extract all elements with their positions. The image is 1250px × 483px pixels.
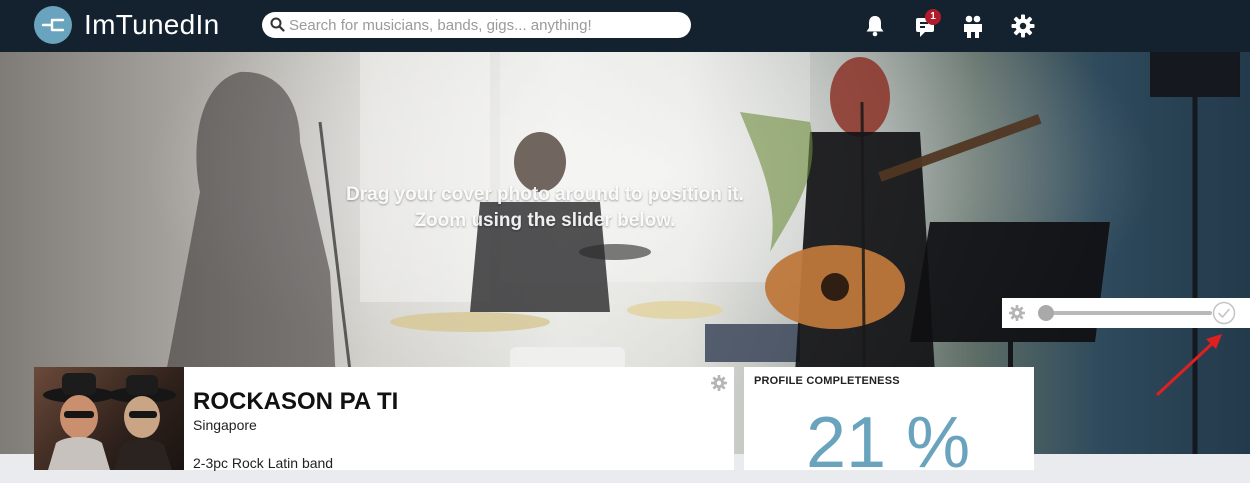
profile-description: 2-3pc Rock Latin band bbox=[193, 455, 334, 471]
cover-drag-hint: Drag your cover photo around to position… bbox=[330, 182, 760, 234]
top-navbar: ImTunedIn 1 bbox=[0, 0, 1250, 52]
search-bar[interactable] bbox=[262, 12, 691, 38]
profile-name: ROCKASON PA TI bbox=[193, 388, 399, 415]
profile-completeness-card: PROFILE COMPLETENESS 21 % bbox=[744, 367, 1034, 483]
search-icon bbox=[270, 17, 285, 32]
cover-hint-line1: Drag your cover photo around to position… bbox=[346, 184, 744, 205]
cover-settings-icon[interactable] bbox=[1008, 304, 1026, 322]
messages-badge: 1 bbox=[925, 9, 941, 25]
search-input[interactable] bbox=[289, 15, 684, 35]
profile-completeness-value: 21 % bbox=[806, 403, 971, 483]
cover-hint-line2: Zoom using the slider below. bbox=[414, 210, 676, 231]
people-icon[interactable] bbox=[960, 13, 986, 39]
avatar-photo bbox=[43, 373, 176, 470]
avatar[interactable] bbox=[34, 367, 184, 470]
profile-location: Singapore bbox=[193, 417, 257, 433]
annotation-arrow bbox=[1156, 334, 1222, 396]
profile-settings-icon[interactable] bbox=[710, 374, 728, 392]
bell-icon[interactable] bbox=[862, 13, 888, 39]
zoom-slider-track[interactable] bbox=[1042, 311, 1212, 315]
tuning-fork-icon[interactable] bbox=[34, 6, 72, 44]
confirm-check-icon[interactable] bbox=[1212, 301, 1236, 325]
zoom-slider-handle[interactable] bbox=[1038, 305, 1054, 321]
brand-name[interactable]: ImTunedIn bbox=[84, 8, 220, 42]
profile-card bbox=[34, 367, 734, 470]
gear-icon[interactable] bbox=[1010, 13, 1036, 39]
profile-completeness-title: PROFILE COMPLETENESS bbox=[754, 375, 900, 387]
